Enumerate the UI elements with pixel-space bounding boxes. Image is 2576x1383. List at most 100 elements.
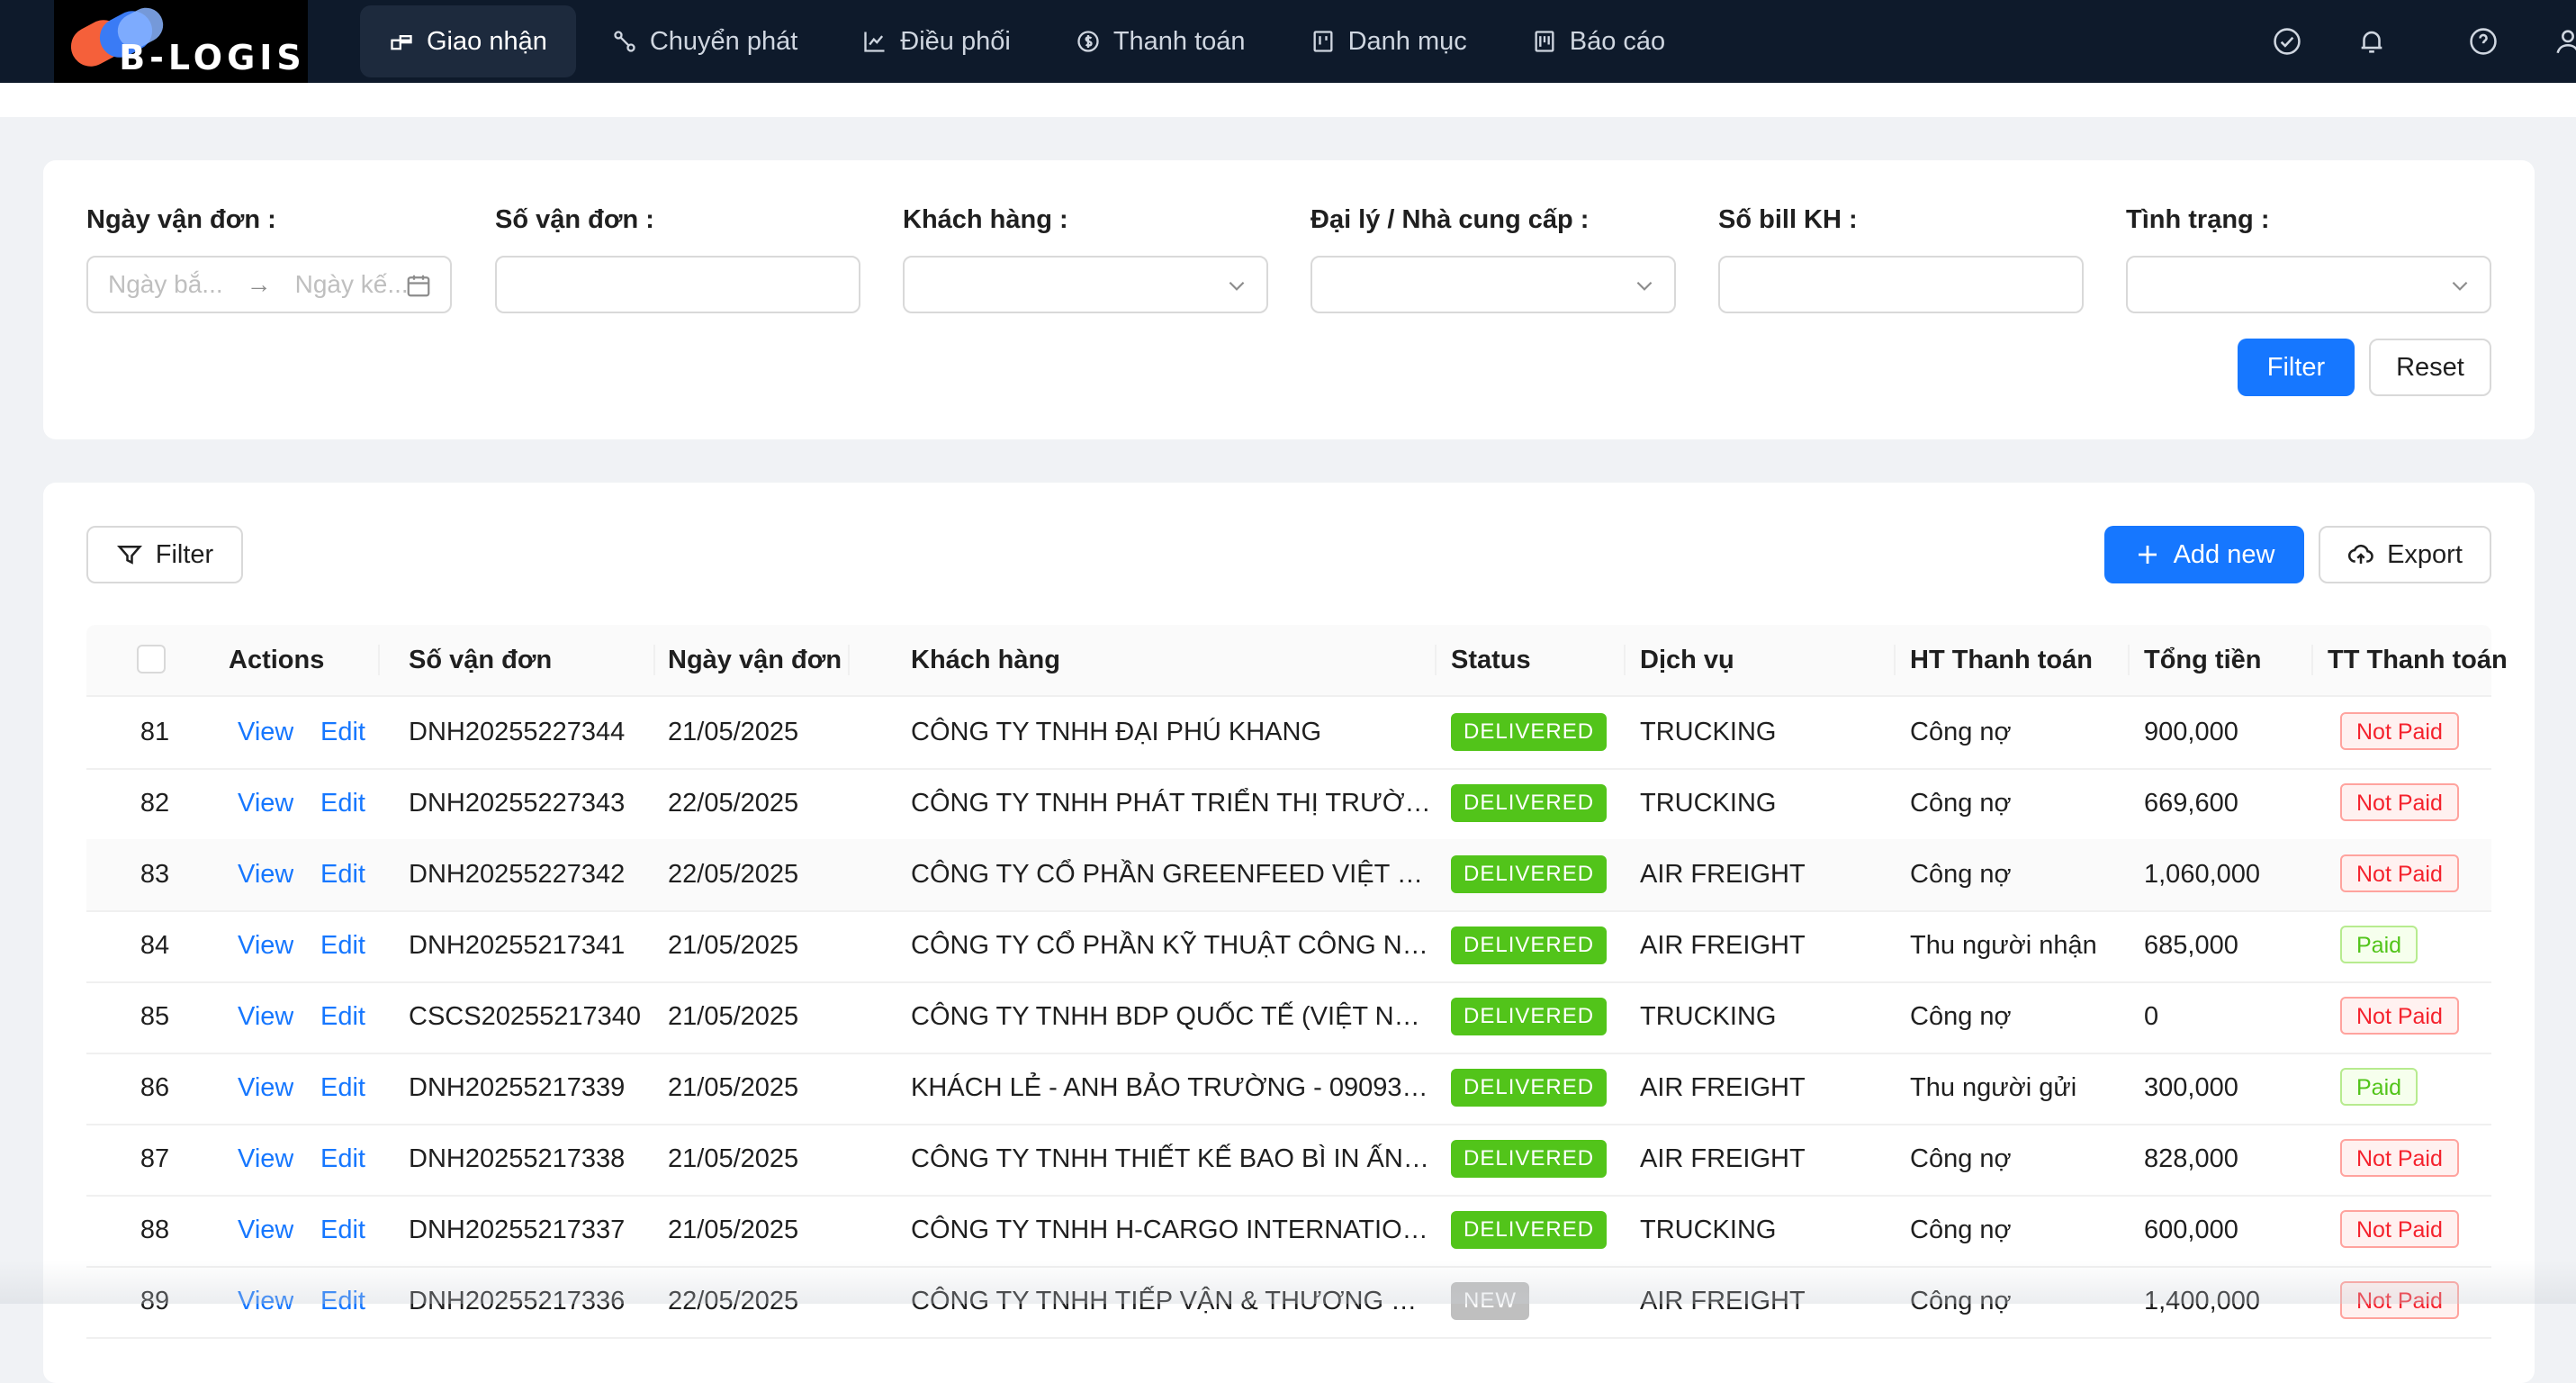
- col-total[interactable]: Tổng tiền: [2144, 625, 2261, 695]
- filter-date-label: Ngày vận đơn :: [86, 205, 276, 234]
- check-circle-icon[interactable]: [2272, 26, 2302, 57]
- view-link[interactable]: View: [238, 981, 293, 1053]
- bell-icon[interactable]: [2356, 26, 2387, 57]
- edit-link[interactable]: Edit: [320, 1053, 365, 1124]
- table-row[interactable]: 87 View Edit DNH20255217338 21/05/2025 CÔNG T…: [86, 1124, 2491, 1197]
- nav-item-bao-cao[interactable]: Báo cáo: [1503, 5, 1694, 77]
- export-label: Export: [2387, 539, 2463, 569]
- export-button[interactable]: Export: [2319, 526, 2491, 583]
- status-select[interactable]: [2126, 256, 2491, 313]
- toggle-filter-button[interactable]: Filter: [86, 526, 243, 583]
- edit-link[interactable]: Edit: [320, 768, 365, 839]
- agent-select[interactable]: [1311, 256, 1676, 313]
- table-row[interactable]: 84 View Edit DNH20255217341 21/05/2025 CÔNG T…: [86, 910, 2491, 983]
- view-link[interactable]: View: [238, 839, 293, 910]
- edit-link[interactable]: Edit: [320, 981, 365, 1053]
- row-number: 86: [140, 1073, 170, 1102]
- chevron-down-icon: [1229, 281, 1245, 291]
- nav-item-chuyen-phat[interactable]: Chuyển phát: [583, 5, 826, 77]
- filter-waybill-label: Số vận đơn :: [495, 205, 654, 234]
- nav-item-thanh-toan[interactable]: Thanh toán: [1047, 5, 1274, 77]
- table-row[interactable]: 86 View Edit DNH20255217339 21/05/2025 KHÁCH …: [86, 1053, 2491, 1125]
- edit-link[interactable]: Edit: [320, 910, 365, 981]
- waybill-number: CSCS20255217340: [409, 1002, 641, 1031]
- waybill-date: 21/05/2025: [668, 1073, 799, 1102]
- customer-name: CÔNG TY TNHH TIẾP VẬN & THƯƠNG M...: [911, 1287, 1433, 1315]
- date-range-picker[interactable]: Ngày bắ... → Ngày kế...: [86, 256, 452, 313]
- waybill-input[interactable]: [495, 256, 860, 313]
- service-type: TRUCKING: [1640, 718, 1777, 746]
- nav-label: Điều phối: [900, 26, 1011, 56]
- nav-label: Chuyển phát: [649, 26, 798, 56]
- customer-name: CÔNG TY CỔ PHẦN KỸ THUẬT CÔNG NG...: [911, 931, 1433, 960]
- customer-name: CÔNG TY TNHH PHÁT TRIỂN THỊ TRƯỜN...: [911, 789, 1433, 818]
- date-end-placeholder[interactable]: Ngày kế...: [295, 270, 409, 299]
- apply-filter-button[interactable]: Filter: [2238, 339, 2355, 396]
- view-link[interactable]: View: [238, 768, 293, 839]
- nav-item-giao-nhan[interactable]: Giao nhận: [360, 5, 576, 77]
- col-separator: [653, 645, 655, 675]
- total-amount: 300,000: [2144, 1073, 2238, 1102]
- edit-link[interactable]: Edit: [320, 1266, 365, 1337]
- edit-link[interactable]: Edit: [320, 839, 365, 910]
- view-link[interactable]: View: [238, 1124, 293, 1195]
- view-link[interactable]: View: [238, 1266, 293, 1337]
- col-pay-method[interactable]: HT Thanh toán: [1910, 625, 2093, 695]
- edit-link[interactable]: Edit: [320, 697, 365, 768]
- table-row[interactable]: 83 View Edit DNH20255227342 22/05/2025 CÔNG T…: [86, 839, 2491, 912]
- table-row[interactable]: 85 View Edit CSCS20255217340 21/05/2025 CÔNG …: [86, 981, 2491, 1054]
- reset-filter-button[interactable]: Reset: [2369, 339, 2491, 396]
- total-amount: 828,000: [2144, 1144, 2238, 1173]
- plus-icon: [2138, 546, 2157, 564]
- col-date[interactable]: Ngày vận đơn: [668, 625, 842, 695]
- funnel-icon: [116, 546, 142, 565]
- waybill-date: 21/05/2025: [668, 718, 799, 746]
- col-customer[interactable]: Khách hàng: [911, 625, 1060, 695]
- col-waybill[interactable]: Số vận đơn: [409, 625, 552, 695]
- date-start-placeholder[interactable]: Ngày bắ...: [108, 270, 223, 299]
- edit-link[interactable]: Edit: [320, 1195, 365, 1266]
- status-badge: DELIVERED: [1451, 713, 1608, 751]
- help-icon[interactable]: [2468, 26, 2499, 57]
- filter-date: Ngày vận đơn : Ngày bắ... → Ngày kế...: [86, 205, 452, 313]
- view-link[interactable]: View: [238, 1053, 293, 1124]
- col-separator: [848, 645, 850, 675]
- status-badge: DELIVERED: [1451, 855, 1608, 893]
- view-link[interactable]: View: [238, 697, 293, 768]
- payment-method: Công nợ: [1910, 718, 2012, 746]
- col-status[interactable]: Status: [1451, 625, 1531, 695]
- add-new-button[interactable]: Add new: [2104, 526, 2304, 583]
- toggle-filter-label: Filter: [155, 539, 214, 569]
- payment-status-badge: Paid: [2340, 926, 2418, 963]
- table-row[interactable]: 81 View Edit DNH20255227344 21/05/2025 CÔNG T…: [86, 697, 2491, 770]
- view-link[interactable]: View: [238, 910, 293, 981]
- customer-name: CÔNG TY TNHH H-CARGO INTERNATION...: [911, 1216, 1433, 1244]
- table-row[interactable]: 88 View Edit DNH20255217337 21/05/2025 CÔNG T…: [86, 1195, 2491, 1268]
- service-type: TRUCKING: [1640, 1002, 1777, 1031]
- status-badge: DELIVERED: [1451, 998, 1608, 1035]
- col-actions: Actions: [229, 646, 325, 674]
- nav-item-dieu-phoi[interactable]: Điều phối: [833, 5, 1040, 77]
- select-all-checkbox[interactable]: [137, 645, 166, 673]
- customer-name: CÔNG TY TNHH ĐẠI PHÚ KHANG: [911, 718, 1322, 746]
- nav-item-danh-muc[interactable]: Danh mục: [1282, 5, 1496, 77]
- view-link[interactable]: View: [238, 1195, 293, 1266]
- status-badge: NEW: [1451, 1282, 1529, 1320]
- filter-bill: Số bill KH :: [1718, 205, 2084, 313]
- user-icon[interactable]: [2553, 26, 2576, 57]
- row-number: 89: [140, 1287, 170, 1315]
- customer-select[interactable]: [903, 256, 1268, 313]
- waybill-number: DNH20255217341: [409, 931, 626, 960]
- col-pay-status[interactable]: TT Thanh toán: [2328, 625, 2508, 695]
- report-icon: [1535, 31, 1554, 52]
- chevron-down-icon: [1636, 281, 1653, 291]
- edit-link[interactable]: Edit: [320, 1124, 365, 1195]
- col-service[interactable]: Dịch vụ: [1640, 625, 1734, 695]
- calendar-icon: [407, 275, 430, 297]
- payment-method: Công nợ: [1910, 789, 2012, 818]
- table-row[interactable]: 89 View Edit DNH20255217336 22/05/2025 CÔNG T…: [86, 1266, 2491, 1339]
- table-row[interactable]: 82 View Edit DNH20255227343 22/05/2025 CÔNG T…: [86, 768, 2491, 841]
- col-separator: [2311, 645, 2313, 675]
- bill-input[interactable]: [1718, 256, 2084, 313]
- brand-logo[interactable]: B-LOGIS: [54, 0, 308, 83]
